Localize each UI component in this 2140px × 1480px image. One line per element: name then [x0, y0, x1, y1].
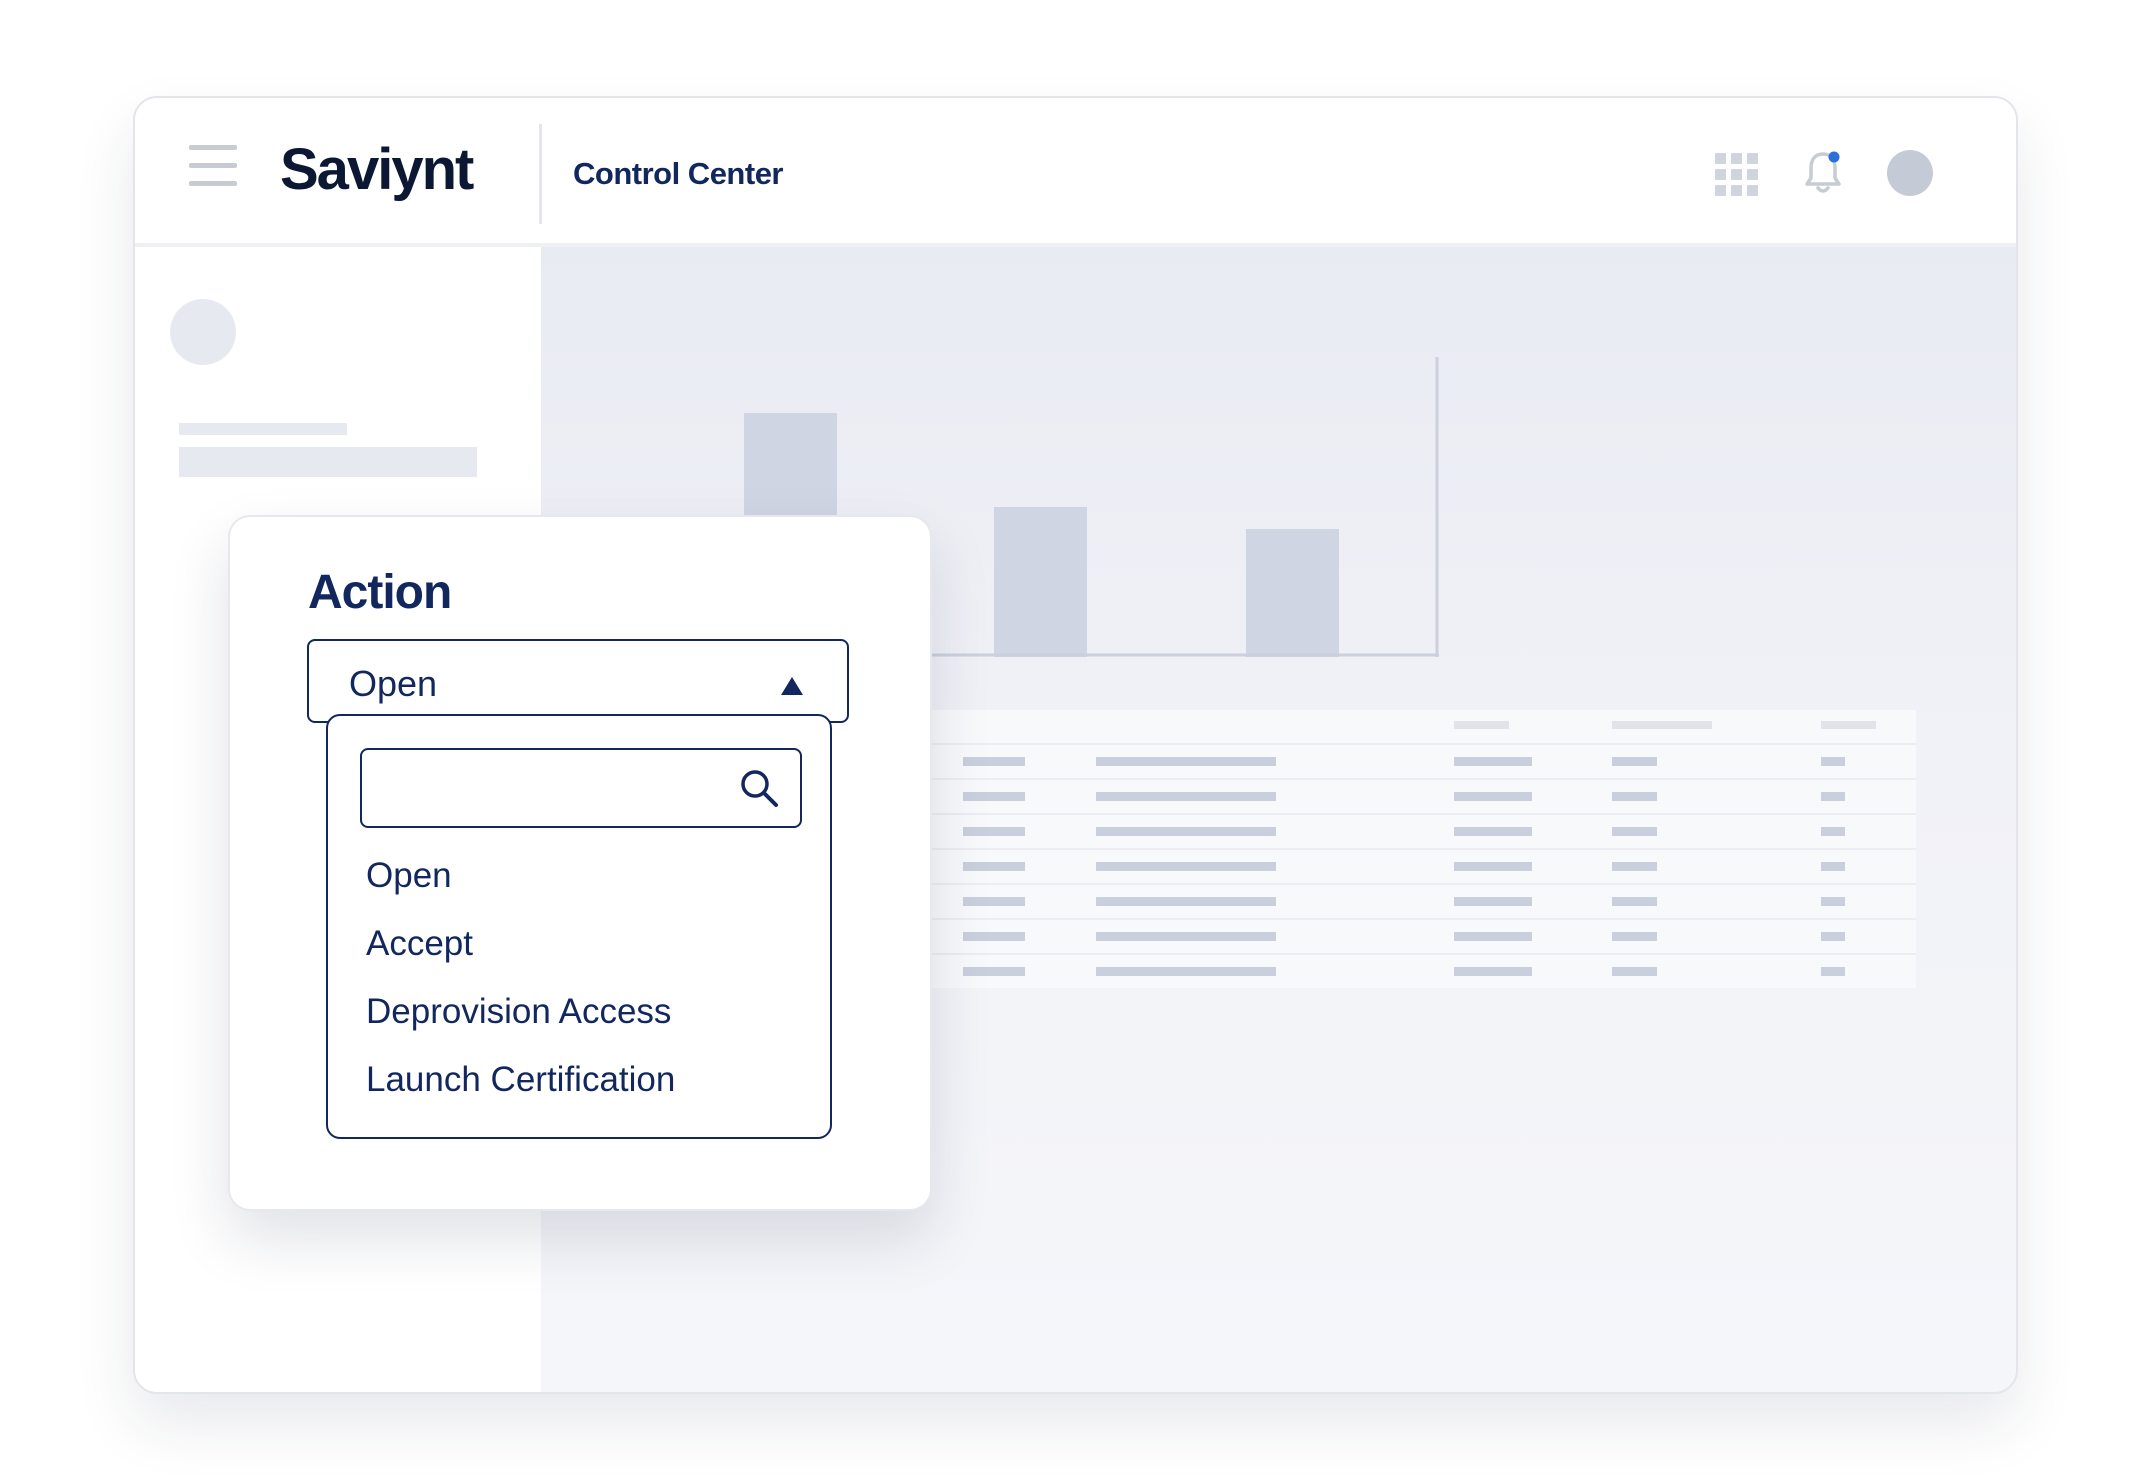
apps-grid-icon[interactable]	[1715, 153, 1759, 197]
dropdown-search-input[interactable]	[376, 760, 730, 818]
sidebar-text-placeholder	[179, 423, 347, 435]
notification-dot	[1828, 151, 1840, 163]
table-header-placeholder	[1454, 721, 1509, 729]
table-header-placeholder	[1821, 721, 1876, 729]
header-divider	[539, 124, 542, 224]
table-row	[963, 792, 1845, 801]
table-row	[963, 862, 1845, 871]
dropdown-option-open[interactable]: Open	[366, 848, 452, 904]
table-header-placeholder	[1612, 721, 1712, 729]
top-navigation-bar: Saviynt Control Center	[135, 98, 2016, 247]
dropdown-option-launch-certification[interactable]: Launch Certification	[366, 1052, 675, 1108]
app-title: Control Center	[573, 156, 784, 191]
action-select-value: Open	[349, 663, 438, 704]
user-avatar[interactable]	[1887, 150, 1933, 196]
menu-icon[interactable]	[189, 145, 237, 187]
chart-bar-placeholder	[1246, 529, 1339, 657]
action-title: Action	[308, 566, 452, 619]
table-row	[963, 967, 1845, 976]
table-row	[963, 897, 1845, 906]
action-panel: Action Open Open Accept Deprovision Acce…	[228, 515, 932, 1211]
saviynt-logo[interactable]: Saviynt	[280, 136, 474, 203]
dropdown-option-accept[interactable]: Accept	[366, 916, 473, 972]
table-row	[963, 827, 1845, 836]
table-row	[963, 757, 1845, 766]
sidebar-avatar-placeholder	[170, 299, 236, 365]
table-row	[963, 932, 1845, 941]
search-icon[interactable]	[738, 767, 780, 809]
action-dropdown-menu: Open Accept Deprovision Access Launch Ce…	[326, 714, 832, 1139]
sidebar-text-placeholder	[179, 447, 477, 477]
action-select[interactable]: Open	[307, 639, 849, 723]
caret-up-icon[interactable]	[781, 677, 803, 695]
placeholder-data-table	[871, 710, 1916, 988]
notification-bell-icon[interactable]	[1803, 148, 1843, 196]
dropdown-search-box[interactable]	[360, 748, 802, 828]
chart-bar-placeholder	[994, 507, 1087, 657]
dropdown-option-deprovision-access[interactable]: Deprovision Access	[366, 984, 671, 1040]
